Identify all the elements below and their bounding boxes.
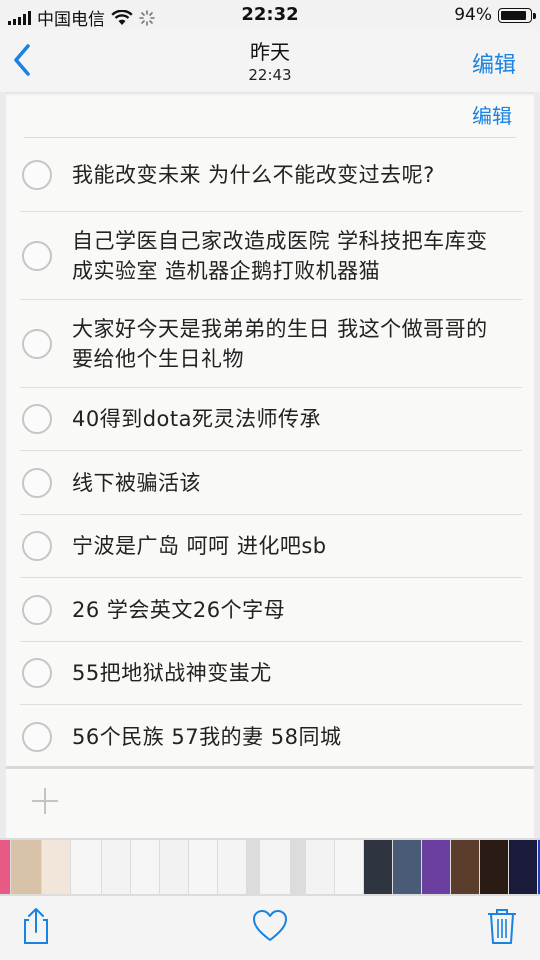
edit-button[interactable]: 编辑	[472, 47, 516, 79]
status-bar: 中国电信 22:32 94%	[0, 0, 540, 30]
heart-icon[interactable]	[250, 906, 290, 946]
checkbox-circle[interactable]	[22, 240, 52, 271]
checkbox-circle[interactable]	[22, 721, 52, 752]
checkbox-circle[interactable]	[22, 404, 52, 434]
page-title: 昨天	[250, 40, 290, 64]
checklist-item-text: 线下被骗活该	[72, 470, 201, 495]
checklist-item[interactable]: 我能改变未来 为什么不能改变过去呢?	[20, 138, 522, 212]
photo-thumbnail[interactable]	[335, 840, 363, 894]
trash-icon[interactable]	[482, 906, 522, 946]
photo-thumbnail[interactable]	[260, 840, 290, 894]
checkbox-circle[interactable]	[22, 658, 52, 688]
checklist-edit-button[interactable]: 编辑	[472, 100, 512, 129]
photo-thumbnail[interactable]	[393, 840, 421, 894]
checklist-item-text: 大家好今天是我弟弟的生日 我这个做哥哥的要给他个生日礼物	[72, 316, 488, 371]
photo-thumbnail[interactable]	[189, 840, 217, 894]
checklist-item[interactable]: 宁波是广岛 呵呵 进化吧sb	[20, 515, 522, 578]
checklist-item[interactable]: 大家好今天是我弟弟的生日 我这个做哥哥的要给他个生日礼物	[20, 300, 522, 388]
checklist-item-text: 宁波是广岛 呵呵 进化吧sb	[72, 534, 327, 558]
photo-thumbnail[interactable]	[247, 840, 259, 894]
checklist-item[interactable]: 自己学医自己家改造成医院 学科技把车库变成实验室 造机器企鹅打败机器猫	[20, 212, 522, 300]
checkbox-circle[interactable]	[22, 328, 52, 359]
bottom-toolbar	[0, 896, 540, 960]
photo-thumbnail[interactable]	[42, 840, 70, 894]
checklist: 我能改变未来 为什么不能改变过去呢? 自己学医自己家改造成医院 学科技把车库变成…	[6, 138, 534, 768]
photo-thumbnail[interactable]	[422, 840, 450, 894]
checkbox-circle[interactable]	[22, 159, 52, 190]
checklist-item[interactable]: 26 学会英文26个字母	[20, 578, 522, 642]
photo-thumbnail[interactable]	[0, 840, 10, 894]
battery-icon	[498, 7, 536, 23]
photo-thumbnail[interactable]	[131, 840, 159, 894]
photo-thumbnail[interactable]	[306, 840, 334, 894]
checklist-item-text: 55把地狱战神变蚩尤	[72, 661, 272, 685]
photo-thumbnail[interactable]	[71, 840, 101, 894]
checklist-item[interactable]: 线下被骗活该	[20, 451, 522, 515]
note-paper: 编辑 我能改变未来 为什么不能改变过去呢? 自己学医自己家改造成医院 学科技把车…	[0, 92, 540, 838]
status-right: 94%	[454, 5, 536, 25]
checkbox-circle[interactable]	[22, 531, 52, 561]
photo-thumbnail[interactable]	[509, 840, 537, 894]
checkbox-circle[interactable]	[22, 594, 52, 625]
photo-thumbnail[interactable]	[218, 840, 246, 894]
checklist-end-rule	[6, 766, 534, 769]
photo-thumbnail[interactable]	[160, 840, 188, 894]
photo-thumbnail[interactable]	[364, 840, 392, 894]
photo-thumbnail[interactable]	[102, 840, 130, 894]
checkbox-circle[interactable]	[22, 467, 52, 498]
checklist-item[interactable]: 56个民族 57我的妻 58同城	[20, 705, 522, 768]
paper-shadow	[6, 92, 534, 96]
share-icon[interactable]	[16, 906, 56, 946]
checklist-item-text: 40得到dota死灵法师传承	[72, 407, 322, 431]
checklist-item-text: 26 学会英文26个字母	[72, 597, 286, 622]
photo-thumbnail[interactable]	[291, 840, 305, 894]
photo-thumbnail[interactable]	[11, 840, 41, 894]
photo-thumbnail[interactable]	[451, 840, 479, 894]
battery-percent: 94%	[454, 5, 492, 25]
nav-bar: 昨天 22:43 编辑	[0, 30, 540, 92]
checklist-item-text: 我能改变未来 为什么不能改变过去呢?	[72, 162, 435, 187]
checklist-item[interactable]: 40得到dota死灵法师传承	[20, 388, 522, 451]
plus-icon[interactable]	[30, 786, 60, 816]
page-subtitle-time: 22:43	[248, 66, 292, 84]
photo-thumbnail-strip[interactable]	[0, 838, 540, 896]
checklist-item-text: 56个民族 57我的妻 58同城	[72, 724, 342, 749]
checklist-item[interactable]: 55把地狱战神变蚩尤	[20, 642, 522, 705]
photo-thumbnail[interactable]	[480, 840, 508, 894]
checklist-item-text: 自己学医自己家改造成医院 学科技把车库变成实验室 造机器企鹅打败机器猫	[72, 228, 488, 283]
